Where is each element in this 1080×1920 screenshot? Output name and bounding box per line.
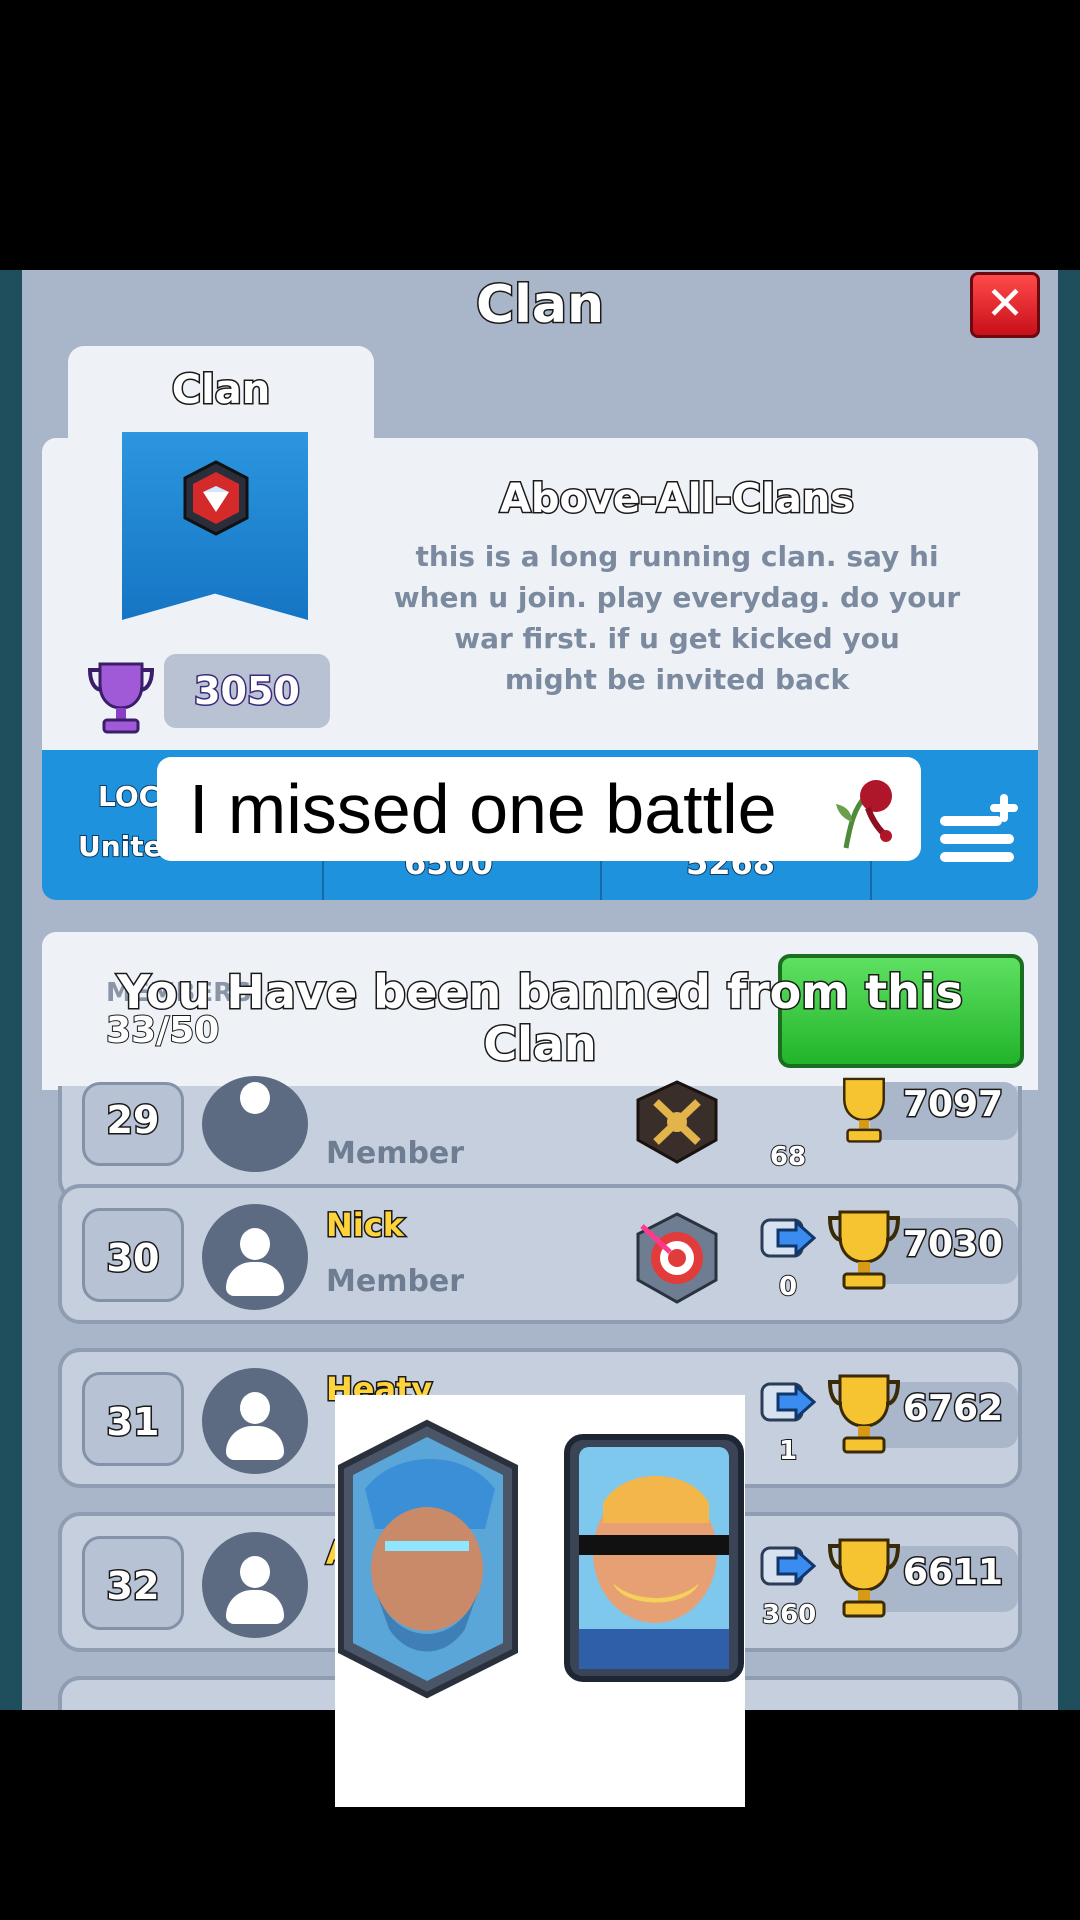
tab-clan[interactable]: Clan: [68, 346, 374, 446]
member-rank: 31: [82, 1372, 184, 1466]
clan-description-line: might be invited back: [504, 663, 850, 696]
member-role: Member: [326, 1264, 465, 1299]
wizard-card-icon: [338, 1419, 518, 1699]
purple-trophy-icon: [87, 662, 155, 734]
banned-message-line: Clan: [482, 1017, 598, 1072]
clan-description-line: this is a long running clan. say hi: [415, 540, 939, 573]
giant-card-icon: [564, 1434, 744, 1682]
clan-description: this is a long running clan. say hi when…: [352, 536, 1002, 700]
member-rank: 29: [82, 1082, 184, 1166]
location-value: Unite: [77, 829, 164, 864]
member-trophies: 6611: [901, 1551, 1004, 1595]
avatar: [202, 1076, 308, 1172]
close-button[interactable]: ✕: [970, 272, 1040, 338]
close-icon: ✕: [985, 276, 1025, 330]
donation-arrow-icon: [760, 1382, 816, 1422]
donation-arrow-icon: [760, 1218, 816, 1258]
avatar: [202, 1532, 308, 1638]
member-row[interactable]: 30 Nick Member 0 7030: [58, 1184, 1022, 1324]
wilted-rose-icon: [836, 780, 892, 849]
clan-trophy-count: 3050: [164, 654, 330, 728]
avatar: [202, 1368, 308, 1474]
avatar: [202, 1204, 308, 1310]
clan-badge-icon: [183, 460, 249, 536]
member-trophies: 7030: [901, 1223, 1004, 1267]
league-badge-icon: [636, 1080, 718, 1164]
location-label: LOC: [97, 779, 160, 814]
page-title: Clan: [474, 274, 605, 337]
banned-message: You Have been banned from this Clan: [72, 965, 1008, 1072]
member-donations: 360: [761, 1599, 817, 1631]
member-donations: 1: [778, 1435, 798, 1467]
member-name: Nick: [325, 1205, 406, 1246]
clan-name: Above-All-Clans: [498, 475, 855, 524]
banned-message-line: You Have been banned from this: [115, 965, 964, 1020]
clan-manage-icon[interactable]: [934, 786, 1030, 866]
clan-description-line: war first. if u get kicked you: [454, 622, 900, 655]
caption-overlay: I missed one battle: [157, 757, 921, 861]
member-trophies: 7097: [901, 1083, 1004, 1127]
clan-description-line: when u join. play everydag. do your: [393, 581, 961, 614]
target-badge-icon: [636, 1212, 718, 1304]
member-donations: 68: [769, 1141, 807, 1173]
member-rank: 30: [82, 1208, 184, 1302]
member-trophies: 6762: [901, 1387, 1004, 1431]
card-sticker-overlay: [335, 1395, 745, 1807]
donation-arrow-icon: [760, 1546, 816, 1586]
member-donations: 0: [778, 1271, 798, 1303]
member-rank: 32: [82, 1536, 184, 1630]
member-role: Member: [326, 1136, 465, 1171]
